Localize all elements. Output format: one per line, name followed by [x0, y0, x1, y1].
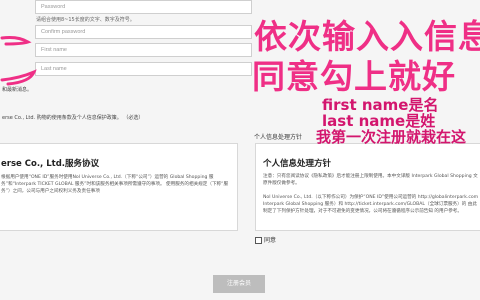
last-name-field[interactable]: Last name: [35, 62, 252, 76]
agree-all-text: erse Co., Ltd. 购物的使用条款及个人信息保护政策。 （必选）: [2, 115, 144, 121]
privacy-heading: 个人信息处理方针: [263, 159, 332, 169]
password-hint: 请组合使用8~15长度的文字、数字及符号。: [36, 17, 135, 23]
terms-body: 根据用户使用“ONE ID”服务时使用Nol Universe Co., Ltd…: [1, 175, 229, 194]
password-field[interactable]: Password: [35, 0, 252, 14]
annotation-line-2: 同意勾上就好: [252, 57, 456, 96]
checkbox-icon[interactable]: [255, 237, 262, 244]
privacy-body-2: Nol Universe Co., Ltd.（以下称作公司）为保护“ONE ID…: [263, 195, 479, 214]
bracket-scribble-icon: [0, 36, 37, 86]
privacy-policy-panel[interactable]: 个人信息处理方针 注意：只有您阅读协议《隐私政策》后才能注册上限制使用。本中文译…: [255, 143, 480, 231]
privacy-agree-label: 同意: [264, 237, 277, 244]
first-name-field[interactable]: First name: [35, 43, 252, 57]
privacy-agree-checkbox[interactable]: 同意: [255, 235, 276, 244]
terms-heading: erse Co., Ltd.服务协议: [1, 159, 100, 169]
register-button[interactable]: 注册会员: [213, 275, 265, 293]
privacy-policy-label: 个人信息处理方针: [254, 134, 303, 141]
annotation-lastname-note: last name是姓: [322, 112, 436, 130]
confirm-password-field[interactable]: Confirm password: [35, 25, 252, 39]
annotation-warning-note: 我第一次注册就栽在这: [316, 128, 467, 146]
annotation-firstname-note: first name是名: [322, 96, 439, 114]
privacy-body-1: 注意：只有您阅读协议《隐私政策》后才能注册上限制使用。本中文译版 Interpa…: [263, 174, 478, 186]
terms-of-service-panel[interactable]: erse Co., Ltd.服务协议 根据用户使用“ONE ID”服务时使用No…: [0, 143, 238, 231]
